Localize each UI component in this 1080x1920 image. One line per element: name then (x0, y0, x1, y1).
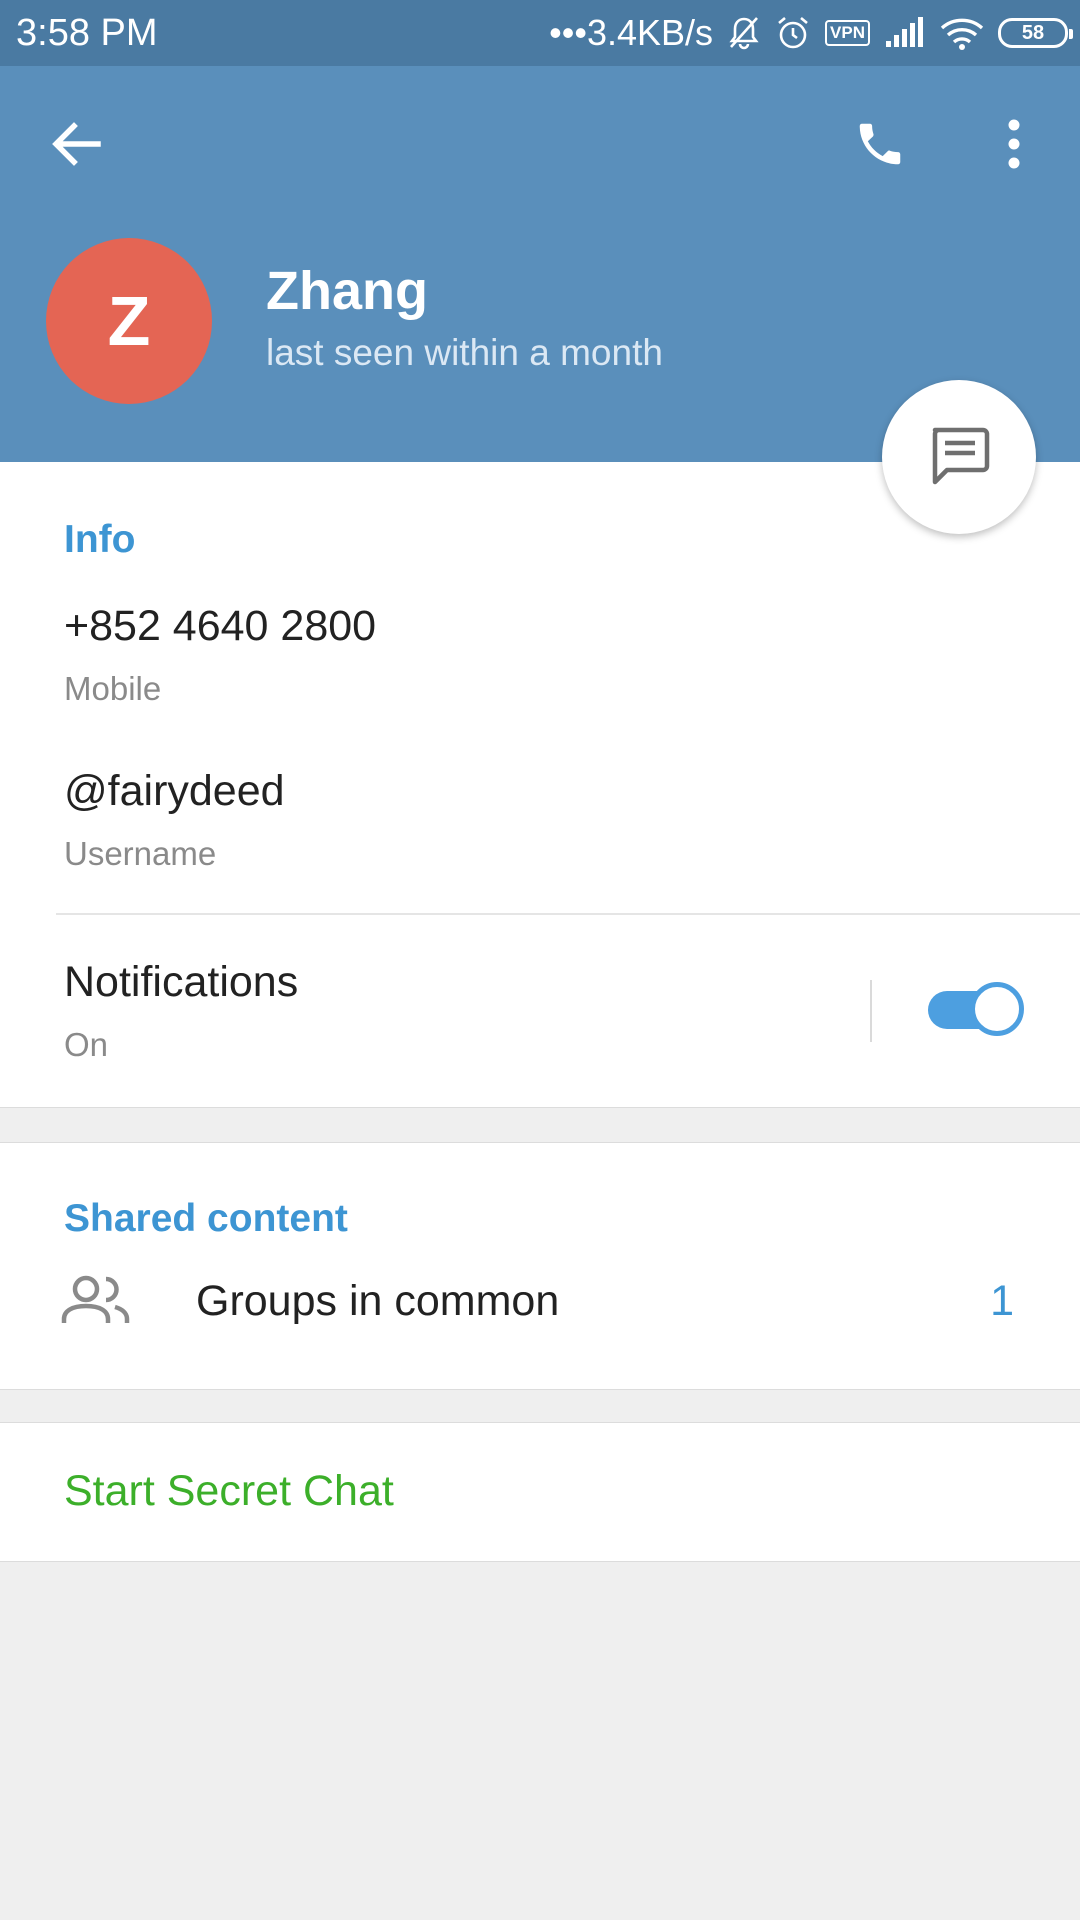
status-time: 3:58 PM (16, 12, 158, 54)
phone-number: +852 4640 2800 (64, 602, 377, 650)
alarm-icon (775, 15, 811, 51)
signal-icon (884, 17, 926, 49)
network-speed: •••3.4KB/s (549, 12, 714, 53)
info-section: Info +852 4640 2800 Mobile @fairydeed Us… (0, 462, 1080, 1108)
back-button[interactable] (40, 108, 112, 180)
secret-chat-section: Start Secret Chat (0, 1422, 1080, 1562)
vpn-icon: VPN (825, 20, 870, 46)
info-section-title: Info (64, 518, 136, 561)
start-secret-chat-button[interactable]: Start Secret Chat (64, 1467, 394, 1516)
last-seen-status: last seen within a month (266, 332, 663, 373)
battery-icon: 58 (998, 18, 1073, 48)
message-icon (932, 427, 990, 485)
status-bar: 3:58 PM •••3.4KB/s VPN 58 (0, 0, 1080, 66)
phone-label: Mobile (64, 670, 162, 707)
group-icon (61, 1275, 130, 1323)
wifi-icon (940, 16, 984, 50)
profile-screen: 3:58 PM •••3.4KB/s VPN 58 Z Zhang last s… (0, 0, 1080, 1920)
notifications-state: On (64, 1026, 109, 1063)
avatar[interactable]: Z (46, 238, 212, 404)
arrow-left-icon (52, 122, 101, 166)
toggle-knob (970, 982, 1024, 1036)
status-icons: •••3.4KB/s VPN 58 (549, 10, 1073, 56)
send-message-button[interactable] (882, 380, 1036, 534)
groups-in-common-label: Groups in common (196, 1277, 560, 1325)
groups-in-common-count: 1 (990, 1277, 1014, 1325)
shared-section-title: Shared content (64, 1197, 348, 1240)
avatar-initial: Z (107, 282, 151, 360)
phone-icon (859, 123, 901, 165)
groups-in-common-row[interactable]: Groups in common 1 (0, 1251, 1080, 1361)
username-value: @fairydeed (64, 767, 285, 815)
divider-vertical (870, 980, 872, 1042)
battery-level: 58 (1021, 21, 1045, 44)
notifications-toggle[interactable] (928, 982, 1024, 1036)
more-vertical-icon (1008, 119, 1020, 169)
username-label: Username (64, 835, 217, 872)
more-options-button[interactable] (978, 108, 1050, 180)
call-button[interactable] (844, 108, 916, 180)
profile-name: Zhang (266, 261, 428, 321)
shared-content-section: Shared content Groups in common 1 (0, 1142, 1080, 1390)
divider (56, 913, 1080, 915)
notifications-title: Notifications (64, 958, 299, 1006)
bell-muted-icon (727, 15, 761, 51)
